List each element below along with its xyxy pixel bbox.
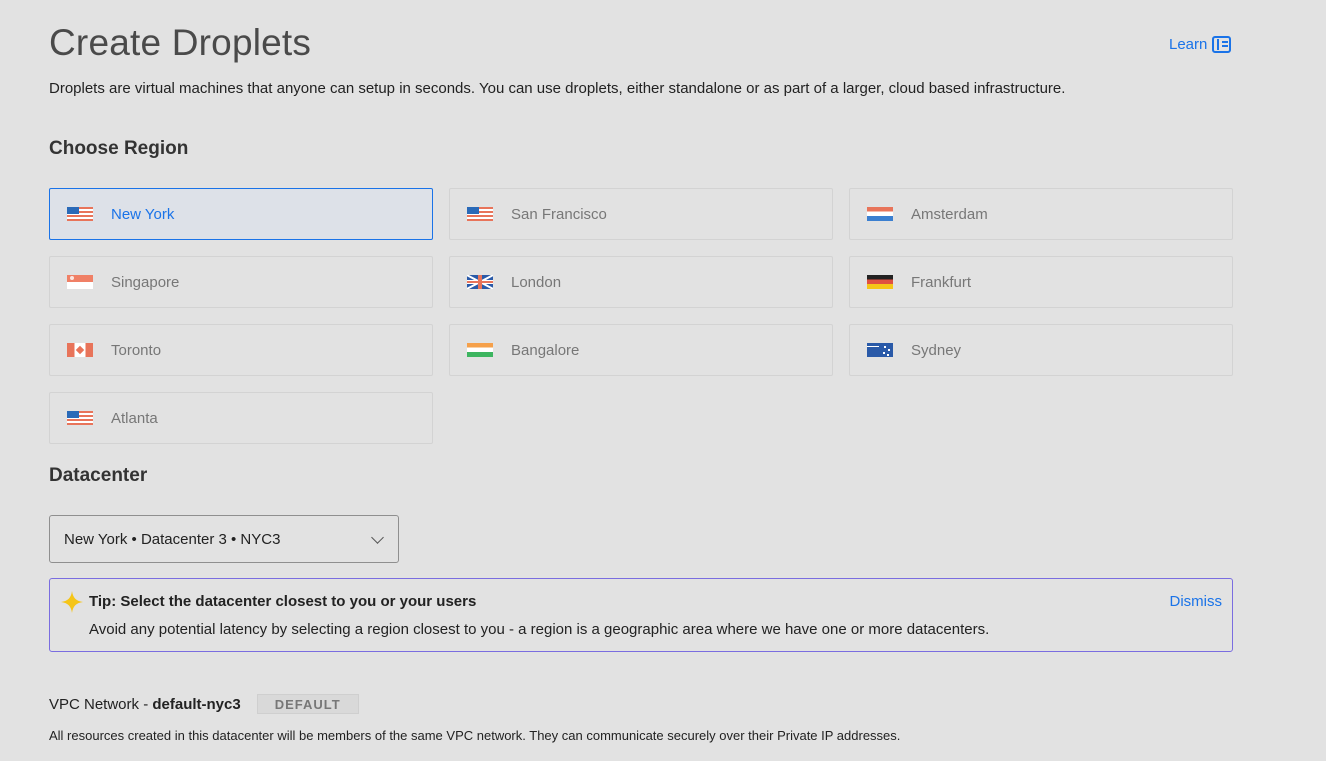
vpc-name: default-nyc3 — [152, 695, 241, 713]
region-label: Atlanta — [111, 409, 158, 427]
sparkle-icon — [61, 591, 83, 613]
region-label: Amsterdam — [911, 205, 988, 223]
vpc-label-text: VPC Network - — [49, 695, 153, 713]
learn-link[interactable]: Learn — [1169, 36, 1232, 53]
page-subtitle: Droplets are virtual machines that anyon… — [49, 80, 1066, 97]
region-label: Bangalore — [511, 341, 580, 359]
document-icon — [1212, 36, 1232, 53]
vpc-label: VPC Network - default-nyc3 — [49, 696, 241, 713]
region-option-bangalore[interactable]: Bangalore — [449, 324, 833, 376]
region-option-toronto[interactable]: Toronto — [49, 324, 433, 376]
learn-label: Learn — [1169, 36, 1208, 53]
vpc-description: All resources created in this datacenter… — [49, 728, 901, 743]
de-flag-icon — [867, 275, 893, 289]
tip-banner: Tip: Select the datacenter closest to yo… — [49, 578, 1233, 652]
region-option-new-york[interactable]: New York — [49, 188, 433, 240]
us-flag-icon — [67, 207, 93, 221]
dismiss-button[interactable]: Dismiss — [1170, 593, 1223, 610]
region-label: San Francisco — [511, 205, 607, 223]
datacenter-select-value: New York • Datacenter 3 • NYC3 — [64, 530, 281, 548]
nl-flag-icon — [867, 207, 893, 221]
chevron-down-icon — [371, 531, 384, 544]
au-flag-icon — [867, 343, 893, 357]
default-badge: DEFAULT — [256, 694, 359, 714]
region-label: Frankfurt — [911, 273, 972, 291]
us-flag-icon — [67, 411, 93, 425]
region-label: New York — [111, 205, 175, 223]
region-option-frankfurt[interactable]: Frankfurt — [849, 256, 1233, 308]
region-heading: Choose Region — [49, 138, 189, 159]
vpc-network-row: VPC Network - default-nyc3 DEFAULT — [49, 694, 359, 714]
region-label: London — [511, 273, 562, 291]
us-flag-icon — [467, 207, 493, 221]
region-grid: New York San Francisco Amsterdam Singapo… — [49, 188, 1233, 444]
page-title: Create Droplets — [49, 22, 312, 63]
region-label: Sydney — [911, 341, 962, 359]
region-label: Singapore — [111, 273, 180, 291]
region-option-london[interactable]: London — [449, 256, 833, 308]
region-option-san-francisco[interactable]: San Francisco — [449, 188, 833, 240]
uk-flag-icon — [467, 275, 493, 289]
region-label: Toronto — [111, 341, 162, 359]
in-flag-icon — [467, 343, 493, 357]
datacenter-select[interactable]: New York • Datacenter 3 • NYC3 — [49, 515, 399, 563]
region-option-sydney[interactable]: Sydney — [849, 324, 1233, 376]
ca-flag-icon — [67, 343, 93, 357]
tip-body: Avoid any potential latency by selecting… — [89, 621, 990, 638]
datacenter-heading: Datacenter — [49, 465, 148, 486]
sg-flag-icon — [67, 275, 93, 289]
region-option-singapore[interactable]: Singapore — [49, 256, 433, 308]
tip-title: Tip: Select the datacenter closest to yo… — [89, 593, 477, 610]
region-option-amsterdam[interactable]: Amsterdam — [849, 188, 1233, 240]
region-option-atlanta[interactable]: Atlanta — [49, 392, 433, 444]
